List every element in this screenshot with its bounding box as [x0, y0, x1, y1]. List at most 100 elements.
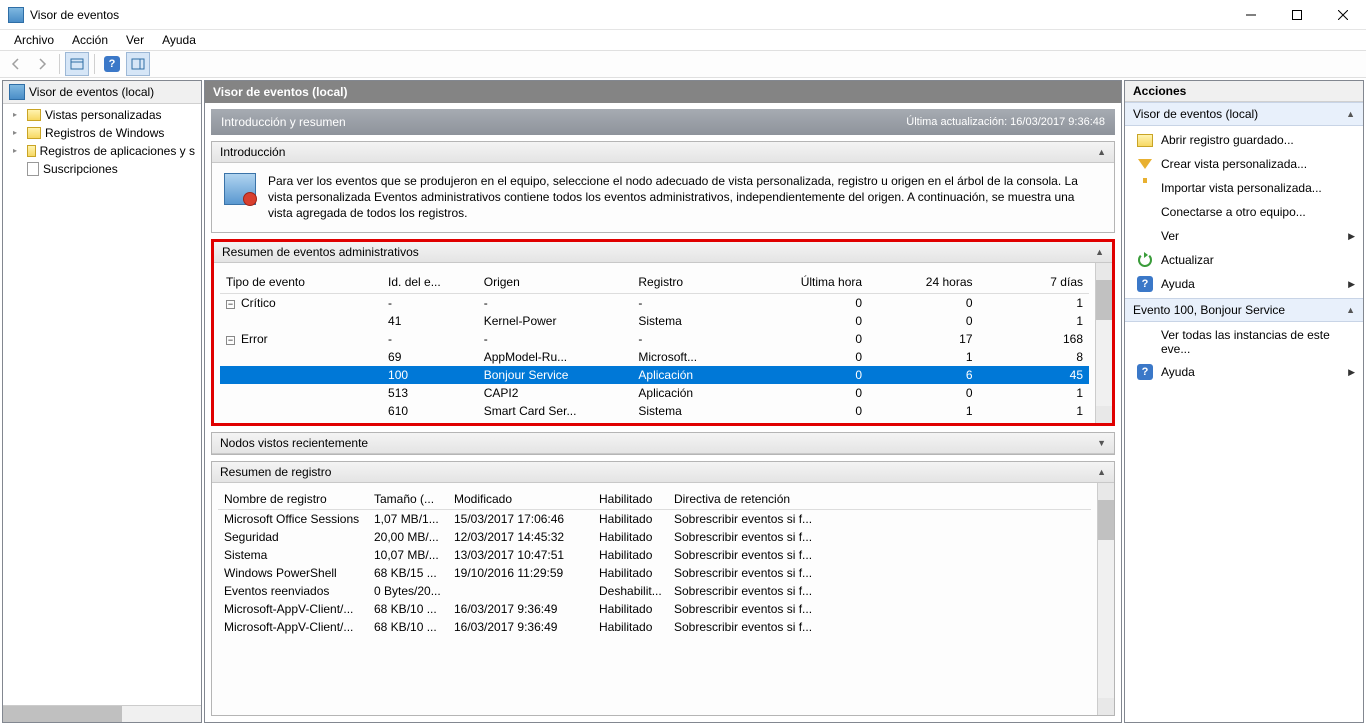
forward-button[interactable]: [30, 52, 54, 76]
table-row[interactable]: Sistema10,07 MB/...13/03/2017 10:47:51Ha…: [218, 546, 1091, 564]
table-row[interactable]: 610Smart Card Ser...Sistema011: [220, 402, 1089, 420]
tree-item-label: Suscripciones: [43, 162, 118, 176]
action-item[interactable]: ?Ayuda▶: [1125, 360, 1363, 384]
expander-icon[interactable]: −: [226, 336, 235, 345]
table-row[interactable]: Microsoft-AppV-Client/...68 KB/10 ...16/…: [218, 618, 1091, 636]
registry-summary-header[interactable]: Resumen de registro ▲: [212, 462, 1114, 483]
action-item[interactable]: Ver▶: [1125, 224, 1363, 248]
back-button[interactable]: [4, 52, 28, 76]
actions-header: Acciones: [1125, 81, 1363, 102]
actions-group-local[interactable]: Visor de eventos (local) ▲: [1125, 102, 1363, 126]
action-item-label: Ayuda: [1161, 277, 1195, 291]
folder-open-icon: [1137, 132, 1153, 148]
intro-section: Introducción ▲ Para ver los eventos que …: [211, 141, 1115, 233]
actions-group-label: Evento 100, Bonjour Service: [1133, 303, 1285, 317]
col-nombre[interactable]: Nombre de registro: [218, 489, 368, 510]
col-id[interactable]: Id. del e...: [382, 271, 478, 294]
action-item[interactable]: ?Ayuda▶: [1125, 272, 1363, 296]
admin-summary-header[interactable]: Resumen de eventos administrativos ▲: [214, 242, 1112, 263]
action-item-label: Ver todas las instancias de este eve...: [1161, 328, 1355, 356]
col-tipo[interactable]: Tipo de evento: [220, 271, 382, 294]
tree-item-subscriptions[interactable]: Suscripciones: [3, 160, 201, 178]
tree-item-label: Registros de Windows: [45, 126, 164, 140]
tree-root[interactable]: Visor de eventos (local): [3, 81, 201, 104]
table-row[interactable]: Seguridad20,00 MB/...12/03/2017 14:45:32…: [218, 528, 1091, 546]
collapse-icon: ▲: [1346, 109, 1355, 119]
table-row[interactable]: Microsoft Office Sessions1,07 MB/1...15/…: [218, 509, 1091, 528]
minimize-button[interactable]: [1228, 0, 1274, 30]
table-row[interactable]: Eventos reenviados0 Bytes/20...Deshabili…: [218, 582, 1091, 600]
folder-icon: [27, 109, 41, 121]
table-row[interactable]: −Error---017168: [220, 330, 1089, 348]
submenu-arrow-icon: ▶: [1348, 367, 1355, 378]
registry-summary-table: Nombre de registro Tamaño (... Modificad…: [212, 483, 1097, 715]
recent-nodes-header[interactable]: Nodos vistos recientemente ▼: [212, 433, 1114, 454]
admin-summary-header-label: Resumen de eventos administrativos: [222, 245, 419, 259]
tree-item-windows-logs[interactable]: Registros de Windows: [3, 124, 201, 142]
folder-icon: [27, 127, 41, 139]
col-origen[interactable]: Origen: [478, 271, 633, 294]
intro-header[interactable]: Introducción ▲: [212, 142, 1114, 163]
collapse-icon: ▲: [1095, 247, 1104, 257]
col-mod[interactable]: Modificado: [448, 489, 593, 510]
action-item-label: Crear vista personalizada...: [1161, 157, 1307, 171]
menu-ver[interactable]: Ver: [118, 31, 152, 49]
expander-icon[interactable]: −: [226, 300, 235, 309]
main-area: Visor de eventos (local) Vistas personal…: [0, 78, 1366, 725]
actions-group-event[interactable]: Evento 100, Bonjour Service ▲: [1125, 298, 1363, 322]
actions-group-label: Visor de eventos (local): [1133, 107, 1258, 121]
action-item[interactable]: Actualizar: [1125, 248, 1363, 272]
maximize-button[interactable]: [1274, 0, 1320, 30]
table-row[interactable]: 100Bonjour ServiceAplicación0645: [220, 366, 1089, 384]
table-row[interactable]: Microsoft-AppV-Client/...68 KB/10 ...16/…: [218, 600, 1091, 618]
blank-icon: [1137, 334, 1153, 350]
action-item-label: Ver: [1161, 229, 1179, 243]
col-hab[interactable]: Habilitado: [593, 489, 668, 510]
overview-title: Introducción y resumen Última actualizac…: [211, 109, 1115, 135]
col-tam[interactable]: Tamaño (...: [368, 489, 448, 510]
menu-archivo[interactable]: Archivo: [6, 31, 62, 49]
tree-item-custom-views[interactable]: Vistas personalizadas: [3, 106, 201, 124]
table-row[interactable]: 69AppModel-Ru...Microsoft...018: [220, 348, 1089, 366]
document-icon: [27, 162, 39, 176]
col-registro[interactable]: Registro: [632, 271, 750, 294]
toolbar: ?: [0, 50, 1366, 78]
table-row[interactable]: −Crítico---001: [220, 293, 1089, 312]
action-item[interactable]: Conectarse a otro equipo...: [1125, 200, 1363, 224]
tree-pane: Visor de eventos (local) Vistas personal…: [2, 80, 202, 723]
menu-ayuda[interactable]: Ayuda: [154, 31, 204, 49]
eventviewer-icon: [9, 84, 25, 100]
app-icon: [8, 7, 24, 23]
show-hide-tree-button[interactable]: [65, 52, 89, 76]
table-row[interactable]: 513CAPI2Aplicación001: [220, 384, 1089, 402]
tree-item-app-logs[interactable]: Registros de aplicaciones y s: [3, 142, 201, 160]
registry-table-scrollbar[interactable]: [1097, 483, 1114, 715]
col-dir[interactable]: Directiva de retención: [668, 489, 1091, 510]
action-item[interactable]: Ver todas las instancias de este eve...: [1125, 324, 1363, 360]
registry-summary-section: Resumen de registro ▲ Nombre de registro…: [211, 461, 1115, 716]
submenu-arrow-icon: ▶: [1348, 279, 1355, 290]
toolbar-separator: [59, 54, 60, 74]
titlebar: Visor de eventos: [0, 0, 1366, 30]
col-ultima[interactable]: Última hora: [750, 271, 868, 294]
action-item[interactable]: Abrir registro guardado...: [1125, 128, 1363, 152]
table-row[interactable]: 41Kernel-PowerSistema001: [220, 312, 1089, 330]
close-button[interactable]: [1320, 0, 1366, 30]
actions-pane: Acciones Visor de eventos (local) ▲ Abri…: [1124, 80, 1364, 723]
menu-accion[interactable]: Acción: [64, 31, 116, 49]
admin-table-scrollbar[interactable]: [1095, 263, 1112, 423]
col-24h[interactable]: 24 horas: [868, 271, 978, 294]
actions-group-local-items: Abrir registro guardado... Crear vista pe…: [1125, 126, 1363, 298]
help-button[interactable]: ?: [100, 52, 124, 76]
show-hide-actions-button[interactable]: [126, 52, 150, 76]
eventviewer-large-icon: [224, 173, 256, 205]
blank-icon: [1137, 228, 1153, 244]
window-title: Visor de eventos: [30, 8, 1228, 22]
col-7d[interactable]: 7 días: [979, 271, 1090, 294]
tree-hscrollbar[interactable]: [3, 705, 201, 722]
center-header: Visor de eventos (local): [205, 81, 1121, 103]
action-item[interactable]: Crear vista personalizada...: [1125, 152, 1363, 176]
recent-nodes-section: Nodos vistos recientemente ▼: [211, 432, 1115, 455]
action-item[interactable]: Importar vista personalizada...: [1125, 176, 1363, 200]
table-row[interactable]: Windows PowerShell68 KB/15 ...19/10/2016…: [218, 564, 1091, 582]
